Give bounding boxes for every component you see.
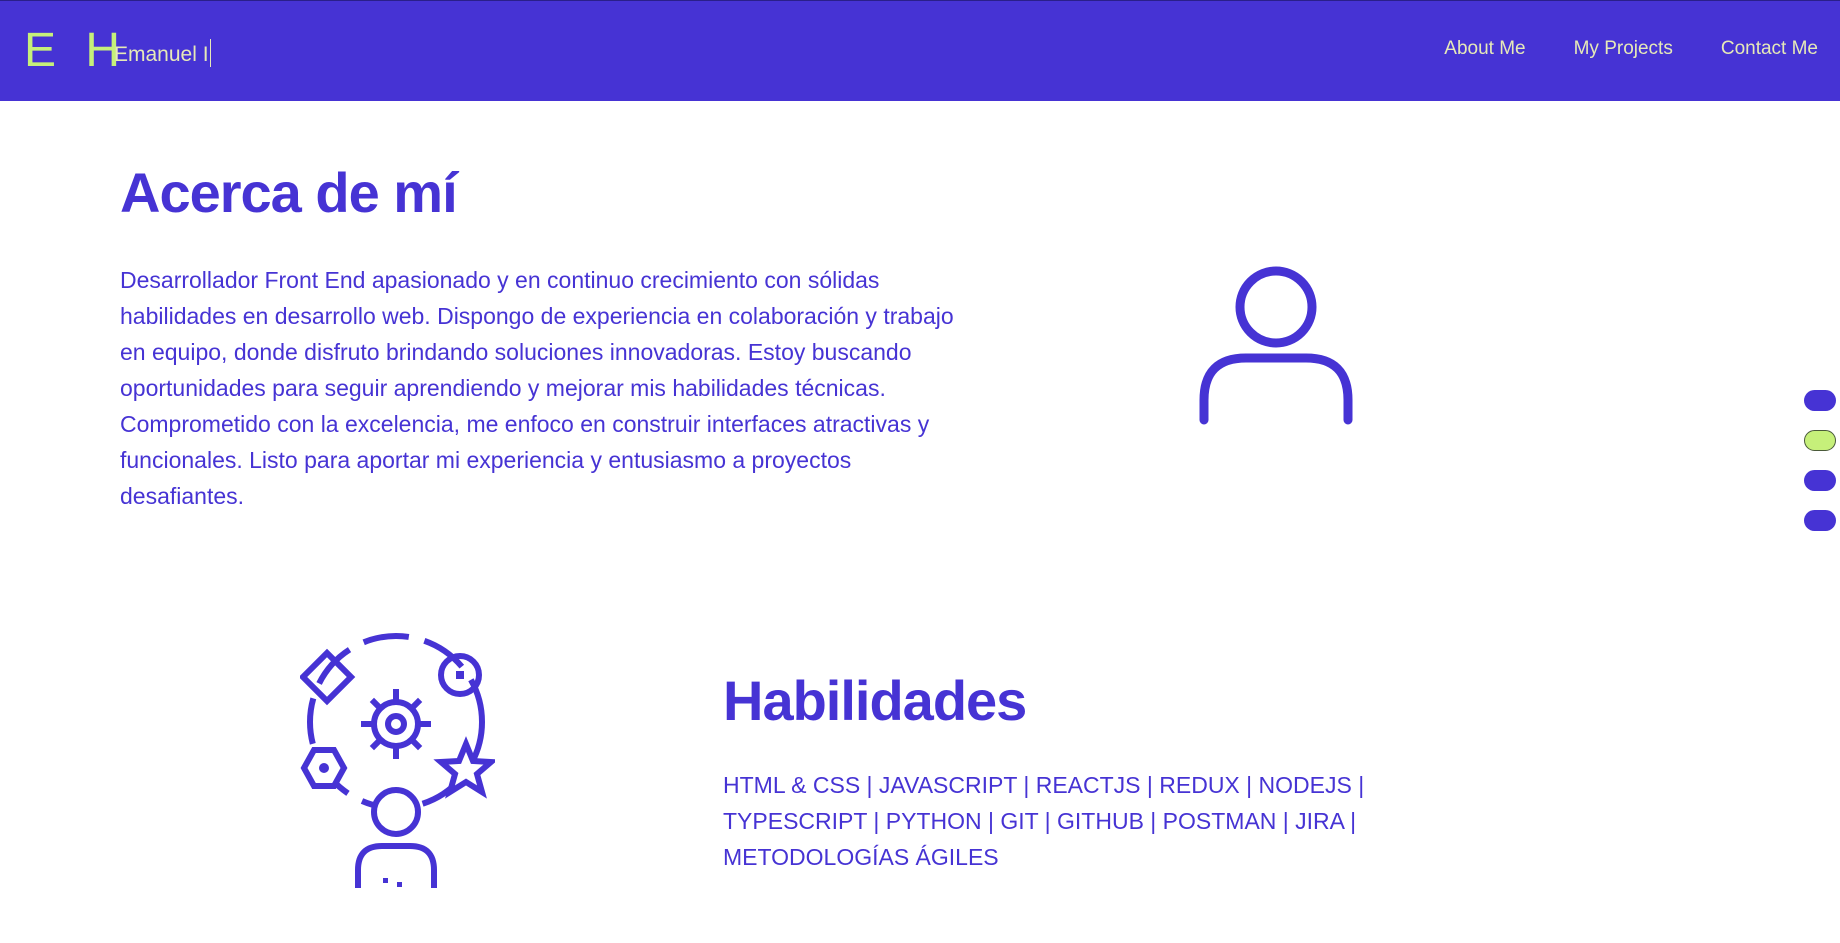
typed-name: Emanuel I	[114, 39, 211, 67]
nav-link-contact-me[interactable]: Contact Me	[1721, 37, 1818, 61]
nav-link-my-projects[interactable]: My Projects	[1574, 37, 1673, 61]
nav-links: About Me My Projects Contact Me	[1444, 37, 1818, 61]
nav-link-about-me[interactable]: About Me	[1444, 37, 1525, 61]
typed-name-text: Emanuel I	[114, 43, 209, 66]
skills-icon	[298, 632, 499, 895]
section-dots	[1804, 390, 1836, 531]
logo[interactable]: E H	[24, 23, 128, 79]
skills-title: Habilidades	[723, 669, 1027, 732]
section-dot-1[interactable]	[1804, 390, 1836, 411]
navbar: E H Emanuel I About Me My Projects Conta…	[0, 0, 1840, 101]
about-title: Acerca de mí	[120, 161, 458, 224]
user-icon	[1196, 262, 1356, 437]
section-dot-3[interactable]	[1804, 470, 1836, 491]
section-dot-2[interactable]	[1804, 430, 1836, 451]
section-dot-4[interactable]	[1804, 510, 1836, 531]
skills-text: HTML & CSS | JAVASCRIPT | REACTJS | REDU…	[723, 772, 1365, 870]
typing-caret	[209, 39, 211, 67]
about-text: Desarrollador Front End apasionado y en …	[120, 267, 954, 509]
